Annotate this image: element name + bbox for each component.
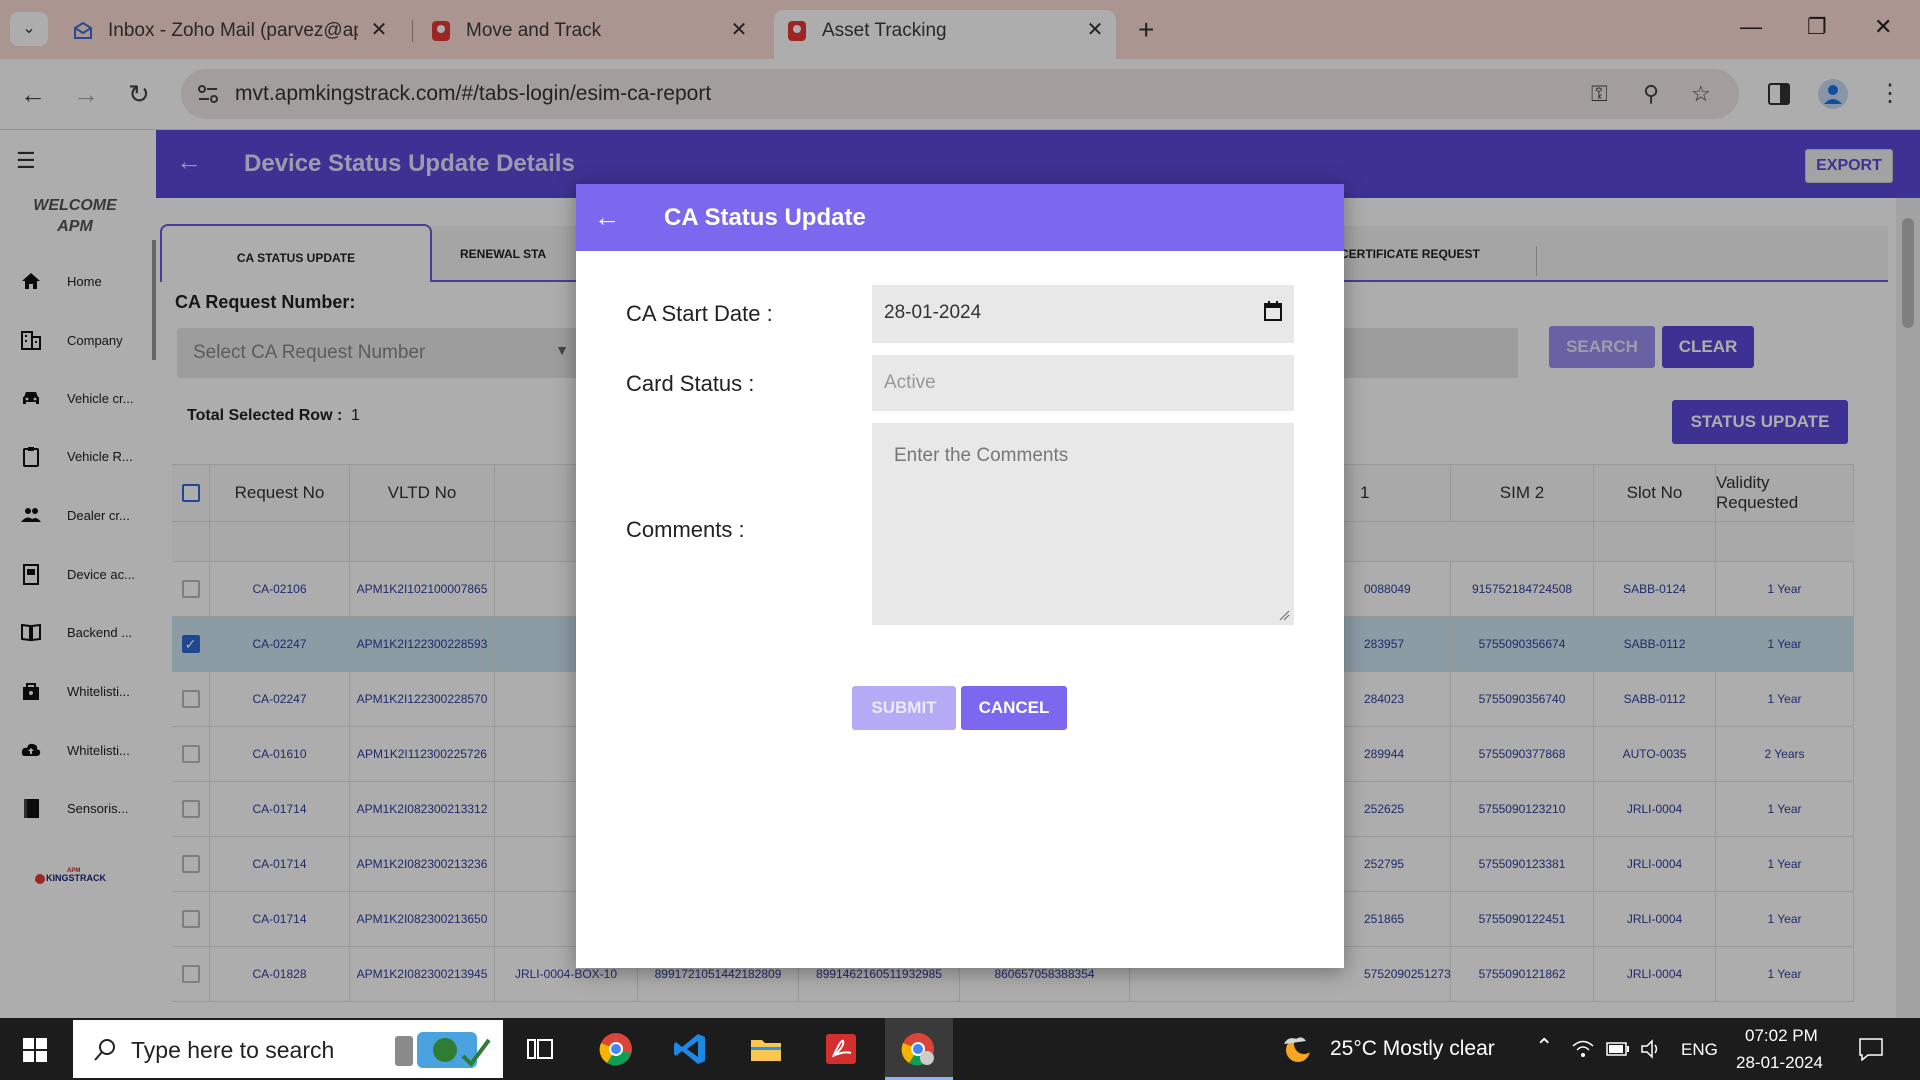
calendar-icon[interactable] (1264, 301, 1282, 321)
modal-overlay[interactable]: ← CA Status Update CA Start Date : 28-01… (0, 0, 1920, 1018)
comments-label: Comments : (626, 517, 745, 542)
cancel-button[interactable]: CANCEL (961, 686, 1067, 730)
volume-icon[interactable] (1640, 1038, 1664, 1060)
language-indicator[interactable]: ENG (1681, 1040, 1718, 1060)
notifications-icon[interactable] (1858, 1037, 1884, 1061)
file-explorer-icon[interactable] (748, 1031, 784, 1067)
submit-button[interactable]: SUBMIT (852, 686, 956, 730)
ca-start-date-value: 28-01-2024 (884, 302, 982, 323)
back-arrow-icon[interactable]: ← (594, 202, 620, 233)
search-icon (94, 1039, 115, 1061)
dialog-title: CA Status Update (664, 204, 866, 231)
clock-date[interactable]: 28-01-2024 (1736, 1053, 1823, 1073)
taskbar-active-app[interactable] (885, 1018, 953, 1080)
chrome-icon[interactable] (598, 1031, 634, 1067)
task-view-icon[interactable] (522, 1031, 558, 1067)
clock-time[interactable]: 07:02 PM (1745, 1026, 1818, 1046)
chevron-up-icon[interactable]: ⌃ (1535, 1034, 1553, 1060)
card-status-label: Card Status : (626, 371, 755, 396)
taskbar-search-placeholder: Type here to search (131, 1037, 335, 1063)
chrome-profile-icon (901, 1033, 934, 1066)
search-highlight-icon (395, 1032, 491, 1068)
vscode-icon[interactable] (672, 1031, 708, 1067)
dialog-header: ← CA Status Update (576, 184, 1344, 251)
windows-start-icon[interactable] (23, 1038, 47, 1062)
resize-grip-icon[interactable] (1278, 609, 1290, 621)
weather-text[interactable]: 25°C Mostly clear (1330, 1037, 1495, 1061)
comments-textarea[interactable]: Enter the Comments (872, 423, 1294, 625)
ca-status-update-dialog: ← CA Status Update CA Start Date : 28-01… (576, 184, 1344, 968)
battery-icon[interactable] (1606, 1042, 1630, 1056)
wifi-icon[interactable] (1572, 1039, 1594, 1059)
acrobat-icon[interactable] (823, 1031, 859, 1067)
comments-placeholder: Enter the Comments (894, 445, 1069, 466)
taskbar-search-box[interactable]: Type here to search (73, 1020, 503, 1078)
card-status-input[interactable]: Active (872, 355, 1294, 411)
windows-taskbar: Type here to search 25°C Mostly clear ⌃ … (0, 1018, 1920, 1080)
ca-start-date-input[interactable]: 28-01-2024 (872, 285, 1294, 343)
weather-moon-icon (1284, 1034, 1314, 1062)
ca-start-date-label: CA Start Date : (626, 301, 773, 326)
